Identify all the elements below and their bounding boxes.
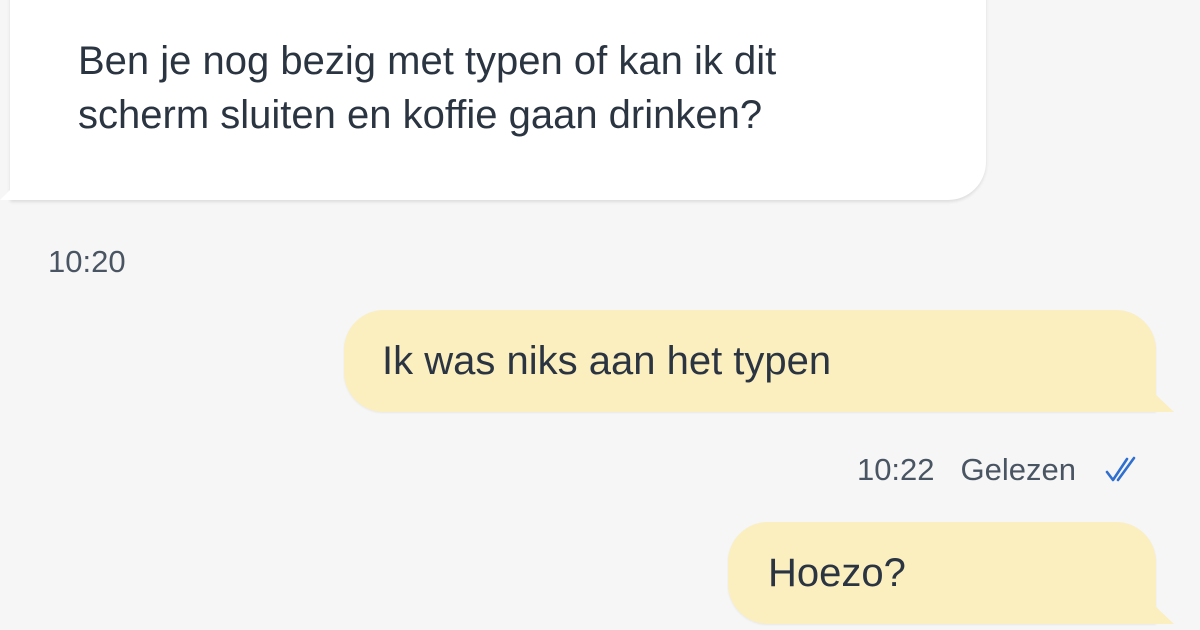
message-bubble-outgoing[interactable]: Hoezo? — [728, 522, 1156, 624]
message-timestamp: 10:22 — [856, 452, 935, 487]
message-text: Hoezo? — [768, 551, 906, 595]
message-bubble-incoming[interactable]: Ben je nog bezig met typen of kan ik dit… — [10, 0, 986, 200]
message-text: Ik was niks aan het typen — [382, 339, 832, 383]
message-timestamp: 10:20 — [48, 244, 126, 279]
double-check-icon — [1104, 455, 1144, 485]
message-text: Ben je nog bezig met typen of kan ik dit… — [78, 39, 777, 137]
message-bubble-outgoing[interactable]: Ik was niks aan het typen — [344, 310, 1156, 412]
read-status: Gelezen — [960, 452, 1076, 487]
message-meta-row: 10:22 Gelezen — [857, 452, 1144, 488]
chat-thread: Ben je nog bezig met typen of kan ik dit… — [0, 0, 1200, 630]
